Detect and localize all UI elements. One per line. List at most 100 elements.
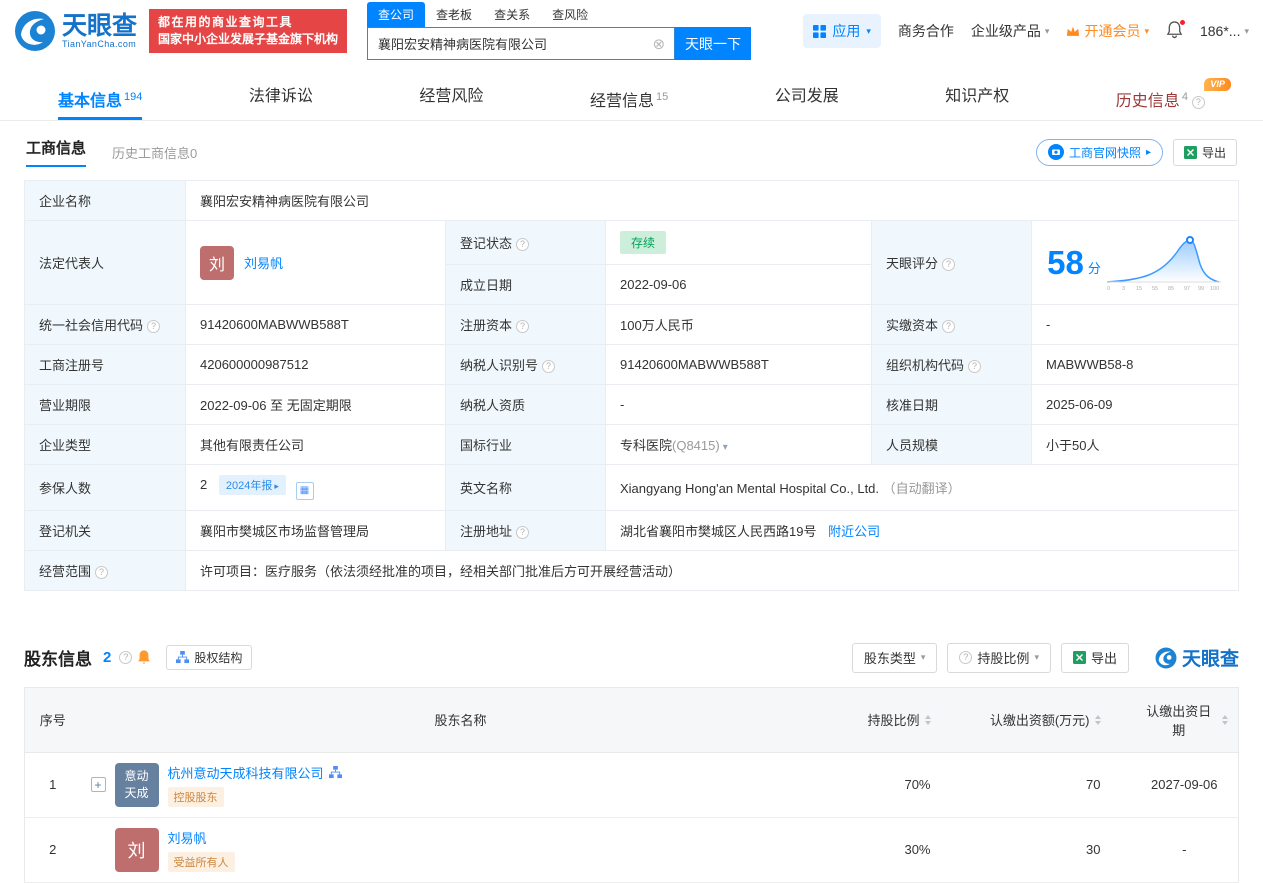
- field-label-reg-status: 登记状态?: [445, 220, 606, 265]
- chevron-down-icon[interactable]: ▾: [723, 442, 728, 453]
- help-icon[interactable]: ?: [147, 320, 161, 333]
- help-icon[interactable]: ?: [516, 320, 530, 333]
- search-area: 查公司 查老板 查关系 查风险 ⊗ 天眼一下: [367, 2, 752, 60]
- column-header-amount[interactable]: 认缴出资额(万元): [960, 687, 1131, 753]
- field-value-staff-size: 小于50人: [1031, 424, 1239, 465]
- field-label-industry: 国标行业: [445, 424, 606, 465]
- tianyancha-logo[interactable]: 天眼查 TianYanCha.com: [14, 10, 137, 52]
- column-header-date[interactable]: 认缴出资日期: [1130, 687, 1239, 753]
- apps-button[interactable]: 应用 ▾: [803, 14, 881, 48]
- field-label-reg-number: 工商注册号: [24, 344, 186, 385]
- field-value-paid-capital: -: [1031, 304, 1239, 345]
- equity-structure-button[interactable]: 股权结构: [166, 645, 253, 670]
- row-number: 2: [24, 817, 81, 883]
- alert-bell-icon[interactable]: [136, 649, 152, 666]
- field-label-english-name: 英文名称: [445, 464, 606, 511]
- svg-text:3: 3: [1122, 286, 1125, 292]
- clear-search-icon[interactable]: ⊗: [652, 35, 674, 53]
- biz-coop-link[interactable]: 商务合作: [898, 21, 954, 41]
- field-label-biz-scope: 经营范围?: [24, 549, 186, 591]
- camera-icon: [1047, 144, 1064, 160]
- annual-report-badge[interactable]: 2024年报 ▸: [218, 475, 286, 495]
- vip-badge: VIP: [1204, 78, 1231, 91]
- tab-basic-info[interactable]: 基本信息 194: [58, 76, 143, 120]
- search-tab-relation[interactable]: 查关系: [483, 2, 541, 27]
- notification-bell-icon[interactable]: [1166, 18, 1186, 42]
- shareholder-tag: 受益所有人: [167, 851, 235, 872]
- legal-rep-link[interactable]: 刘易帆: [244, 253, 283, 272]
- crown-icon: [1067, 26, 1080, 36]
- search-button[interactable]: 天眼一下: [675, 27, 752, 60]
- search-input[interactable]: [368, 36, 653, 51]
- tianyancha-watermark: 天眼查: [1155, 644, 1239, 671]
- business-info-subnav: 工商信息 历史工商信息0 工商官网快照 ▸ 导出: [0, 136, 1263, 168]
- sort-icon[interactable]: [1094, 714, 1101, 725]
- search-tabs: 查公司 查老板 查关系 查风险: [367, 2, 751, 27]
- help-icon[interactable]: ?: [119, 651, 133, 664]
- field-value-taxpayer-quality: -: [605, 384, 872, 425]
- field-label-reg-authority: 登记机关: [24, 509, 186, 551]
- field-label-approval-date: 核准日期: [871, 384, 1032, 425]
- subscribed-amount: 70: [960, 752, 1131, 818]
- vip-link[interactable]: 开通会员 ▾: [1066, 21, 1149, 41]
- subtab-history-business-info[interactable]: 历史工商信息0: [112, 143, 197, 162]
- expand-button[interactable]: +: [90, 777, 106, 792]
- search-tab-risk[interactable]: 查风险: [541, 2, 599, 27]
- shareholders-export-button[interactable]: 导出: [1060, 642, 1129, 673]
- subtab-business-info[interactable]: 工商信息: [26, 137, 87, 167]
- tab-operation-info[interactable]: 经营信息 15: [590, 76, 668, 120]
- svg-text:15: 15: [1136, 286, 1142, 292]
- shareholder-link[interactable]: 杭州意动天成科技有限公司: [168, 763, 324, 782]
- column-header-ratio[interactable]: 持股比例: [840, 687, 961, 753]
- shareholders-count: 2: [103, 649, 112, 666]
- official-snapshot-button[interactable]: 工商官网快照 ▸: [1035, 138, 1163, 166]
- help-icon[interactable]: ?: [942, 258, 956, 271]
- table-row: 1 + 意动天成 杭州意动天成科技有限公司 控股股东 70% 70 2027-0…: [24, 752, 1239, 818]
- field-value-reg-number: 420600000987512: [185, 344, 446, 385]
- tab-company-development[interactable]: 公司发展: [775, 76, 839, 120]
- nearby-companies-link[interactable]: 附近公司: [828, 524, 880, 539]
- tab-legal-litigation[interactable]: 法律诉讼: [249, 76, 313, 120]
- help-icon[interactable]: ?: [95, 565, 109, 579]
- shareholder-link[interactable]: 刘易帆: [168, 828, 207, 847]
- field-label-org-code: 组织机构代码?: [871, 344, 1032, 385]
- help-icon[interactable]: ?: [942, 320, 956, 333]
- svg-text:97: 97: [1184, 286, 1190, 292]
- export-button[interactable]: 导出: [1172, 138, 1237, 166]
- field-value-legal-rep: 刘 刘易帆: [185, 220, 446, 305]
- search-tab-boss[interactable]: 查老板: [425, 2, 483, 27]
- shareholders-section: 股东信息 2 ? 股权结构 股东类型 ▾ ? 持股比例 ▾ 导出 天眼查 序号 …: [24, 642, 1239, 883]
- equity-structure-icon[interactable]: [328, 765, 342, 779]
- tianyancha-logo-icon: [1155, 647, 1177, 668]
- field-value-score[interactable]: 58 分 0 3 15 55 85 97 99 100: [1031, 220, 1239, 305]
- help-icon[interactable]: ?: [542, 360, 556, 373]
- help-icon[interactable]: ?: [516, 238, 530, 251]
- help-icon[interactable]: ?: [516, 525, 530, 539]
- field-label-taxpayer-id: 纳税人识别号?: [445, 344, 606, 385]
- business-info-table: 企业名称 襄阳宏安精神病医院有限公司 法定代表人 刘 刘易帆 登记状态? 存续 …: [24, 180, 1239, 591]
- tab-intellectual-property[interactable]: 知识产权: [945, 76, 1009, 120]
- field-label-establish-date: 成立日期: [445, 264, 606, 305]
- field-label-reg-capital: 注册资本?: [445, 304, 606, 345]
- insurance-detail-icon[interactable]: ▦: [295, 481, 314, 500]
- account-phone[interactable]: 186*... ▾: [1200, 23, 1249, 39]
- holding-ratio-filter[interactable]: ? 持股比例 ▾: [947, 642, 1051, 673]
- tab-history-info[interactable]: VIP 历史信息 4?: [1116, 76, 1231, 120]
- field-label-insured-count: 参保人数: [24, 464, 186, 511]
- shareholder-type-filter[interactable]: 股东类型 ▾: [851, 642, 938, 673]
- help-icon[interactable]: ?: [1191, 96, 1205, 109]
- field-value-reg-authority: 襄阳市樊城区市场监督管理局: [185, 509, 446, 551]
- holding-ratio: 70%: [840, 752, 961, 818]
- sort-icon[interactable]: [924, 714, 931, 725]
- subscribed-date: 2027-09-06: [1130, 752, 1239, 818]
- enterprise-link[interactable]: 企业级产品 ▾: [971, 21, 1050, 41]
- search-tab-company[interactable]: 查公司: [367, 2, 426, 27]
- excel-icon: [1072, 651, 1086, 664]
- tab-operation-risk[interactable]: 经营风险: [419, 76, 483, 120]
- field-value-approval-date: 2025-06-09: [1031, 384, 1239, 425]
- search-box: ⊗: [367, 27, 676, 60]
- status-badge: 存续: [620, 231, 667, 254]
- field-value-company-type: 其他有限责任公司: [185, 424, 446, 465]
- help-icon[interactable]: ?: [968, 360, 982, 373]
- sort-icon[interactable]: [1222, 714, 1228, 725]
